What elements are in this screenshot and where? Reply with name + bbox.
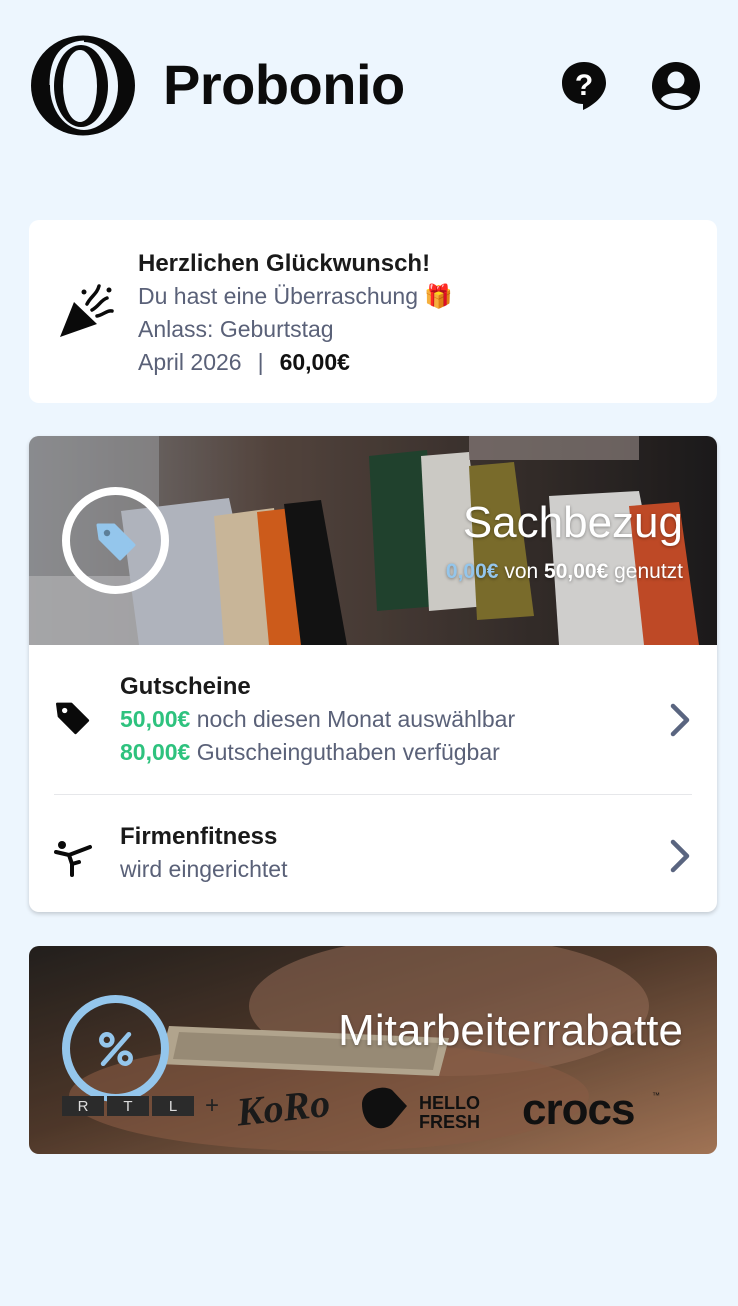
app-header: Probonio ? xyxy=(0,0,738,180)
surprise-card[interactable]: Herzlichen Glückwunsch! Du hast eine Übe… xyxy=(29,220,717,403)
gutscheine-line1: 50,00€ noch diesen Monat auswählbar xyxy=(120,703,515,736)
chevron-right-icon xyxy=(670,703,690,737)
used-label: genutzt xyxy=(614,560,683,583)
sachbezug-card: Sachbezug 0,00€ von 50,00€ genutzt Gutsc… xyxy=(29,436,717,912)
surprise-separator: | xyxy=(257,349,264,375)
koro-logo: KoRo xyxy=(233,1082,332,1135)
gutscheine-line2: 80,00€ Gutscheinguthaben verfügbar xyxy=(120,736,515,769)
total-amount: 50,00€ xyxy=(544,560,609,583)
surprise-text: Herzlichen Glückwunsch! Du hast eine Übe… xyxy=(138,247,453,379)
account-icon xyxy=(652,62,700,110)
surprise-subtitle: Du hast eine Überraschung 🎁 xyxy=(138,283,454,309)
firmenfitness-status: wird eingerichtet xyxy=(120,856,288,882)
hellofresh-logo: HELLO FRESH xyxy=(362,1087,480,1132)
help-button[interactable]: ? xyxy=(556,58,612,114)
surprise-amount: 60,00€ xyxy=(279,349,350,375)
svg-text:crocs: crocs xyxy=(522,1085,634,1134)
balance-text: Gutscheinguthaben verfügbar xyxy=(196,739,500,765)
crocs-logo: crocs ™ xyxy=(522,1085,660,1134)
firmenfitness-row[interactable]: Firmenfitness wird eingerichtet xyxy=(29,816,717,896)
gutscheine-text: Gutscheine 50,00€ noch diesen Monat ausw… xyxy=(120,670,515,769)
surprise-occasion: Anlass: Geburtstag xyxy=(138,316,334,342)
svg-text:L: L xyxy=(169,1098,177,1115)
gutscheine-title: Gutscheine xyxy=(120,673,251,700)
svg-text:+: + xyxy=(205,1092,219,1119)
of-label: von xyxy=(504,560,539,583)
sachbezug-title: Sachbezug xyxy=(462,498,683,547)
monthly-text: noch diesen Monat auswählbar xyxy=(196,706,516,732)
brand-name: Probonio xyxy=(163,53,405,116)
sachbezug-usage: 0,00€ von 50,00€ genutzt xyxy=(446,560,683,584)
surprise-title: Herzlichen Glückwunsch! xyxy=(138,250,431,277)
firmenfitness-text: Firmenfitness wird eingerichtet xyxy=(120,820,287,886)
help-icon: ? xyxy=(562,62,606,110)
monthly-amount: 50,00€ xyxy=(120,706,191,732)
svg-text:FRESH: FRESH xyxy=(419,1112,480,1132)
used-amount: 0,00€ xyxy=(445,560,499,583)
party-popper-icon xyxy=(60,284,114,337)
percent-icon xyxy=(98,1031,133,1066)
gutscheine-row[interactable]: Gutscheine 50,00€ noch diesen Monat ausw… xyxy=(29,662,717,794)
svg-text:T: T xyxy=(123,1098,132,1115)
rabatte-title: Mitarbeiterrabatte xyxy=(338,1006,683,1055)
firmenfitness-title: Firmenfitness xyxy=(120,823,278,850)
tag-icon xyxy=(56,702,90,735)
rabatte-card[interactable]: Mitarbeiterrabatte R T L + KoRo HELLO FR… xyxy=(29,946,717,1154)
svg-text:™: ™ xyxy=(652,1091,660,1100)
balance-amount: 80,00€ xyxy=(120,739,191,765)
partner-logos: R T L + KoRo HELLO FRESH crocs ™ xyxy=(62,1082,660,1135)
chevron-right-icon xyxy=(670,839,690,873)
account-button[interactable] xyxy=(648,58,704,114)
surprise-meta: April 2026 | 60,00€ xyxy=(138,346,453,379)
rtl-logo: R T L + xyxy=(62,1092,219,1119)
svg-text:R: R xyxy=(78,1098,89,1115)
svg-text:KoRo: KoRo xyxy=(233,1082,332,1135)
row-divider xyxy=(54,794,692,795)
svg-text:HELLO: HELLO xyxy=(419,1093,480,1113)
tag-icon xyxy=(96,523,135,560)
karate-kick-icon xyxy=(54,841,92,877)
sachbezug-icon-ring xyxy=(62,487,169,594)
probonio-logo xyxy=(31,35,135,136)
svg-text:?: ? xyxy=(575,69,593,102)
surprise-date: April 2026 xyxy=(138,349,242,375)
sachbezug-banner[interactable]: Sachbezug 0,00€ von 50,00€ genutzt xyxy=(29,436,717,645)
